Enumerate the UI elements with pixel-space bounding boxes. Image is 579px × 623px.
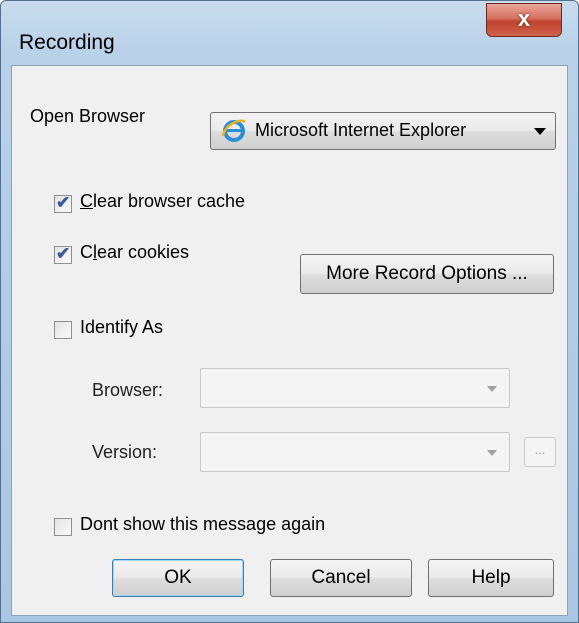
version-select[interactable] bbox=[200, 432, 510, 472]
ok-button[interactable]: OK bbox=[112, 559, 244, 597]
open-browser-label: Open Browser bbox=[30, 106, 146, 126]
dialog-body: Open Browser Microsoft Internet Explorer… bbox=[11, 65, 568, 616]
dont-show-again-checkbox[interactable] bbox=[54, 518, 72, 536]
clear-cache-label[interactable]: Clear browser cache bbox=[80, 191, 245, 212]
chevron-down-icon bbox=[534, 128, 546, 135]
open-browser-value: Microsoft Internet Explorer bbox=[255, 120, 467, 140]
open-browser-select[interactable]: Microsoft Internet Explorer bbox=[210, 112, 556, 150]
help-button[interactable]: Help bbox=[428, 559, 554, 597]
clear-cookies-label-rest: ear cookies bbox=[97, 242, 190, 262]
identify-as-label[interactable]: Identify As bbox=[80, 317, 163, 338]
clear-cache-label-accel: C bbox=[80, 191, 93, 211]
recording-dialog: Recording x Open Browser Microsoft Inter… bbox=[0, 0, 579, 623]
title-bar[interactable]: Recording x bbox=[1, 1, 578, 65]
window-title: Recording bbox=[19, 31, 115, 54]
clear-cookies-label[interactable]: Clear cookies bbox=[80, 242, 189, 263]
browser-label: Browser: bbox=[92, 380, 164, 400]
chevron-down-icon bbox=[487, 450, 497, 456]
checkmark-icon: ✔ bbox=[56, 193, 71, 212]
dont-show-again-label[interactable]: Dont show this message again bbox=[80, 514, 325, 535]
clear-cache-checkbox[interactable]: ✔ bbox=[54, 193, 72, 213]
internet-explorer-icon bbox=[221, 119, 246, 142]
version-label: Version: bbox=[92, 442, 158, 462]
cancel-button[interactable]: Cancel bbox=[270, 559, 412, 597]
more-record-options-button[interactable]: More Record Options ... bbox=[300, 254, 554, 294]
browser-select[interactable] bbox=[200, 368, 510, 408]
clear-cookies-label-prefix: C bbox=[80, 242, 93, 262]
clear-cookies-checkbox[interactable]: ✔ bbox=[54, 244, 72, 264]
version-browse-button[interactable]: ... bbox=[524, 437, 556, 467]
chevron-down-icon bbox=[487, 386, 497, 392]
close-icon: x bbox=[517, 6, 531, 31]
checkmark-icon: ✔ bbox=[56, 244, 71, 263]
clear-cache-label-rest: lear browser cache bbox=[93, 191, 246, 211]
identify-as-checkbox[interactable] bbox=[54, 321, 72, 339]
close-button[interactable]: x bbox=[486, 3, 562, 37]
